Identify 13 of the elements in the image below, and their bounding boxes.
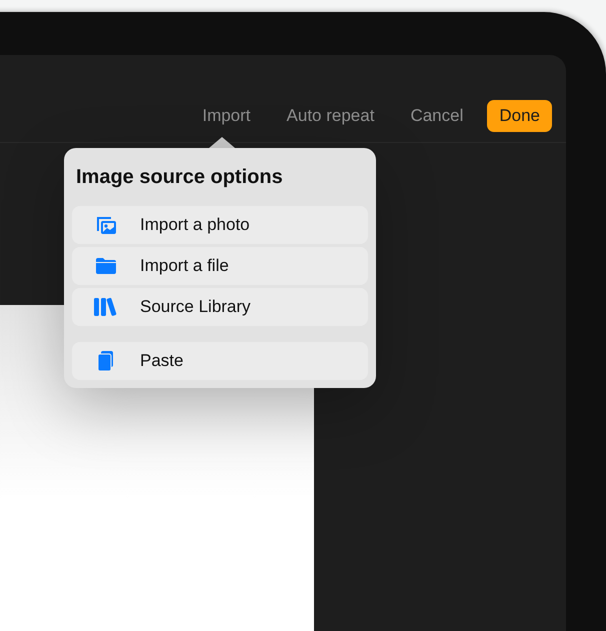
clipboard-icon [97,350,115,372]
toolbar-button[interactable]: Import [184,100,269,132]
photo-icon [95,215,117,235]
books-icon [93,297,119,317]
menu-item[interactable]: Import a file [72,247,368,285]
popover-title: Image source options [76,166,284,189]
menu-item[interactable]: Source Library [72,288,368,326]
menu-item[interactable]: Import a photo [72,206,368,244]
toolbar-button[interactable]: Cancel [392,100,482,132]
menu-item[interactable]: Paste [72,342,368,380]
toolbar-button[interactable]: Auto repeat [268,100,392,132]
folder-icon [95,257,117,275]
done-button[interactable]: Done [487,100,552,132]
